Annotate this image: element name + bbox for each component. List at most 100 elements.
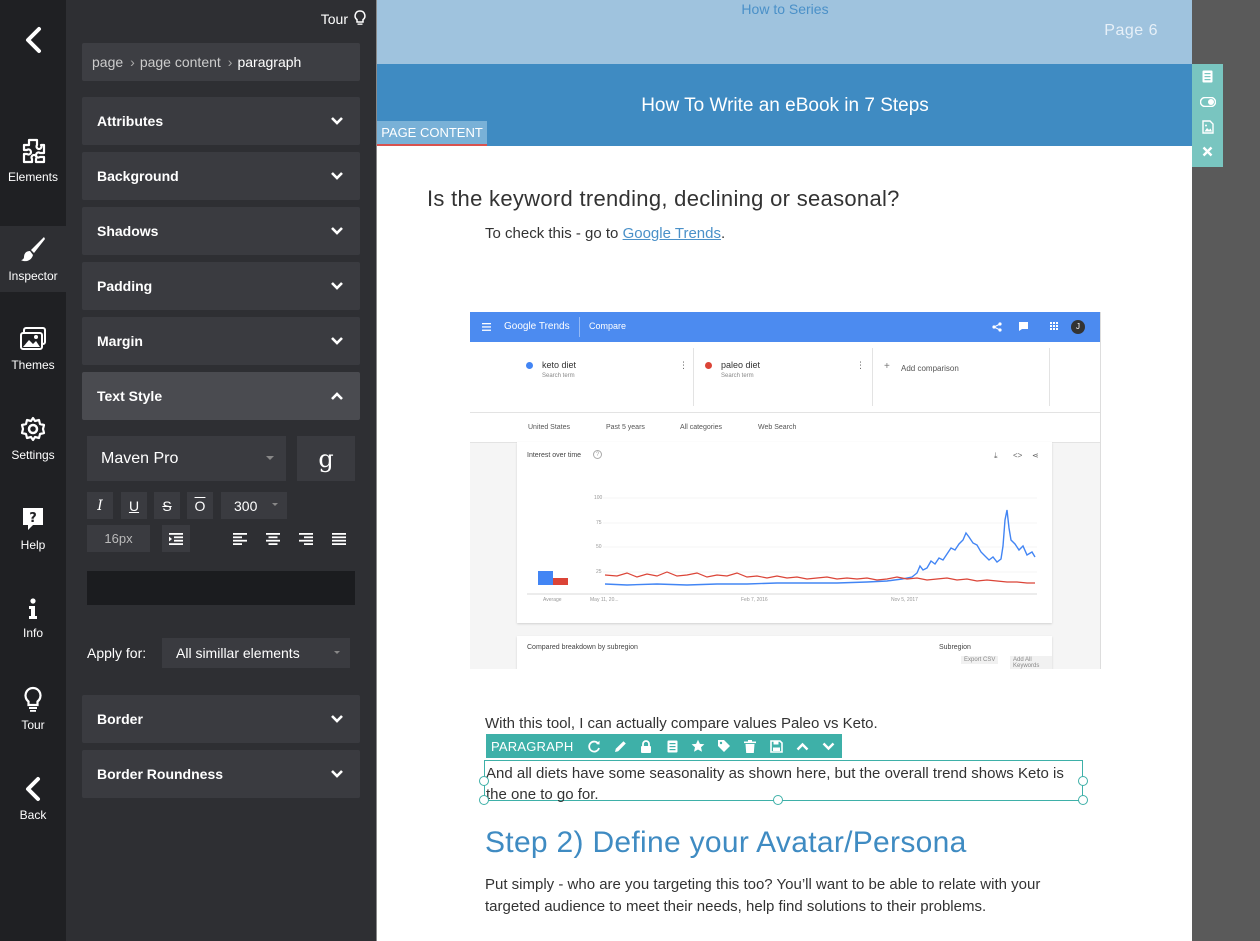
tour-button[interactable]: Tour: [321, 10, 366, 27]
section-label: Shadows: [97, 223, 159, 239]
document-icon: [667, 740, 678, 752]
font-family-select[interactable]: Maven Pro: [87, 436, 286, 481]
document-button[interactable]: [659, 734, 685, 758]
section-border-roundness[interactable]: Border Roundness: [82, 750, 360, 798]
share-icon: [992, 322, 1002, 332]
rail-item-elements[interactable]: Elements: [0, 128, 66, 194]
plus-icon: +: [884, 361, 890, 372]
filter-time: Past 5 years: [606, 424, 645, 431]
resize-handle-left[interactable]: [479, 776, 489, 786]
section-background[interactable]: Background: [82, 152, 360, 200]
apply-for-label: Apply for:: [87, 645, 147, 661]
check-suffix: .: [720, 225, 726, 242]
subregion-card: Compared breakdown by subregion Subregio…: [517, 636, 1052, 669]
divider: [579, 317, 580, 337]
delete-button[interactable]: [737, 734, 763, 758]
move-up-button[interactable]: [789, 734, 815, 758]
section-padding[interactable]: Padding: [82, 262, 360, 310]
section-shadows[interactable]: Shadows: [82, 207, 360, 255]
strikethrough-button[interactable]: S: [154, 492, 180, 519]
caret-down-icon: [272, 503, 278, 506]
rail-item-tour[interactable]: Tour: [0, 676, 66, 742]
save-icon: [770, 739, 783, 753]
subregion-select: Subregion: [939, 644, 971, 651]
tag-icon: [718, 740, 731, 752]
font-size-input[interactable]: 16px: [87, 525, 150, 552]
tag-button[interactable]: [711, 734, 737, 758]
page-settings-button[interactable]: [1192, 64, 1223, 89]
collapse-back-button[interactable]: [0, 14, 66, 66]
add-all-keywords: Add All Keywords: [1010, 656, 1052, 669]
align-right-button[interactable]: [292, 525, 320, 552]
star-icon: [692, 739, 705, 752]
font-weight-select[interactable]: 300: [221, 492, 287, 519]
overline-button[interactable]: O: [187, 492, 213, 519]
align-justify-button[interactable]: [325, 525, 353, 552]
breadcrumb-item-page-content[interactable]: page content: [140, 54, 221, 70]
rail-item-settings[interactable]: Settings: [0, 406, 66, 472]
resize-handle-bottom-right[interactable]: [1078, 795, 1088, 805]
line-height-button[interactable]: [162, 525, 190, 552]
book-title[interactable]: How To Write an eBook in 7 Steps: [377, 95, 1192, 117]
align-center-button[interactable]: [259, 525, 287, 552]
breadcrumb-item-page[interactable]: page: [92, 54, 123, 70]
resize-handle-right[interactable]: [1078, 776, 1088, 786]
section-label: Padding: [97, 278, 153, 294]
replace-button[interactable]: [581, 734, 607, 758]
resize-handle-bottom[interactable]: [773, 795, 783, 805]
question-heading[interactable]: Is the keyword trending, declining or se…: [427, 186, 900, 212]
series-title[interactable]: How to Series: [377, 1, 1192, 17]
breadcrumb-item-paragraph[interactable]: paragraph: [237, 54, 301, 70]
selected-paragraph[interactable]: And all diets have some seasonality as s…: [484, 760, 1083, 803]
favorite-button[interactable]: [685, 734, 711, 758]
rail-item-label: Help: [20, 538, 46, 552]
pencil-icon: [614, 740, 626, 752]
page-content-tag[interactable]: PAGE CONTENT: [377, 121, 487, 146]
chevron-down-icon: [331, 117, 343, 125]
google-fonts-button[interactable]: g: [297, 436, 355, 481]
image-file-icon: [1201, 119, 1214, 134]
svg-text:?: ?: [29, 511, 37, 526]
page-image-button[interactable]: [1192, 114, 1223, 139]
close-button[interactable]: [1192, 139, 1223, 164]
document-icon: [1202, 70, 1213, 83]
section-label: Border Roundness: [97, 766, 224, 782]
apply-for-value: All simillar elements: [176, 645, 300, 661]
check-paragraph[interactable]: To check this - go to Google Trends.: [485, 225, 725, 242]
page-number[interactable]: Page 6: [1104, 22, 1158, 40]
apps-grid-icon: [1050, 322, 1058, 330]
align-center-icon: [266, 532, 280, 545]
rail-item-back[interactable]: Back: [0, 766, 66, 832]
toggle-button[interactable]: [1192, 89, 1223, 114]
caret-down-icon: [266, 456, 274, 460]
google-trends-link[interactable]: Google Trends: [623, 225, 721, 242]
section-border[interactable]: Border: [82, 695, 360, 743]
page-canvas: How to Series Page 6 How To Write an eBo…: [376, 0, 1192, 941]
section-text-style[interactable]: Text Style: [82, 372, 360, 420]
italic-button[interactable]: I: [87, 492, 113, 519]
compare-paragraph[interactable]: With this tool, I can actually compare v…: [485, 715, 878, 732]
rail-item-inspector[interactable]: Inspector: [0, 226, 66, 292]
lock-button[interactable]: [633, 734, 659, 758]
step-heading[interactable]: Step 2) Define your Avatar/Persona: [485, 826, 967, 860]
persona-paragraph[interactable]: Put simply - who are you targeting this …: [485, 874, 1085, 918]
align-left-button[interactable]: [226, 525, 254, 552]
edit-button[interactable]: [607, 734, 633, 758]
chevron-down-icon: [331, 227, 343, 235]
text-color-field[interactable]: [87, 571, 355, 605]
move-down-button[interactable]: [815, 734, 841, 758]
underline-button[interactable]: U: [121, 492, 147, 519]
apply-for-select[interactable]: All simillar elements: [162, 638, 350, 668]
section-margin[interactable]: Margin: [82, 317, 360, 365]
inspector-panel: Tour page › page content › paragraph Att…: [66, 0, 376, 941]
section-attributes[interactable]: Attributes: [82, 97, 360, 145]
chevron-up-icon: [331, 392, 343, 400]
resize-handle-bottom-left[interactable]: [479, 795, 489, 805]
google-fonts-glyph: g: [318, 444, 334, 473]
save-button[interactable]: [763, 734, 789, 758]
rail-item-info[interactable]: Info: [0, 586, 66, 652]
align-right-icon: [299, 532, 313, 545]
rail-item-help[interactable]: ? Help: [0, 496, 66, 562]
google-trends-screenshot[interactable]: Google Trends Compare J keto diet Search…: [470, 312, 1101, 669]
rail-item-themes[interactable]: Themes: [0, 316, 66, 382]
